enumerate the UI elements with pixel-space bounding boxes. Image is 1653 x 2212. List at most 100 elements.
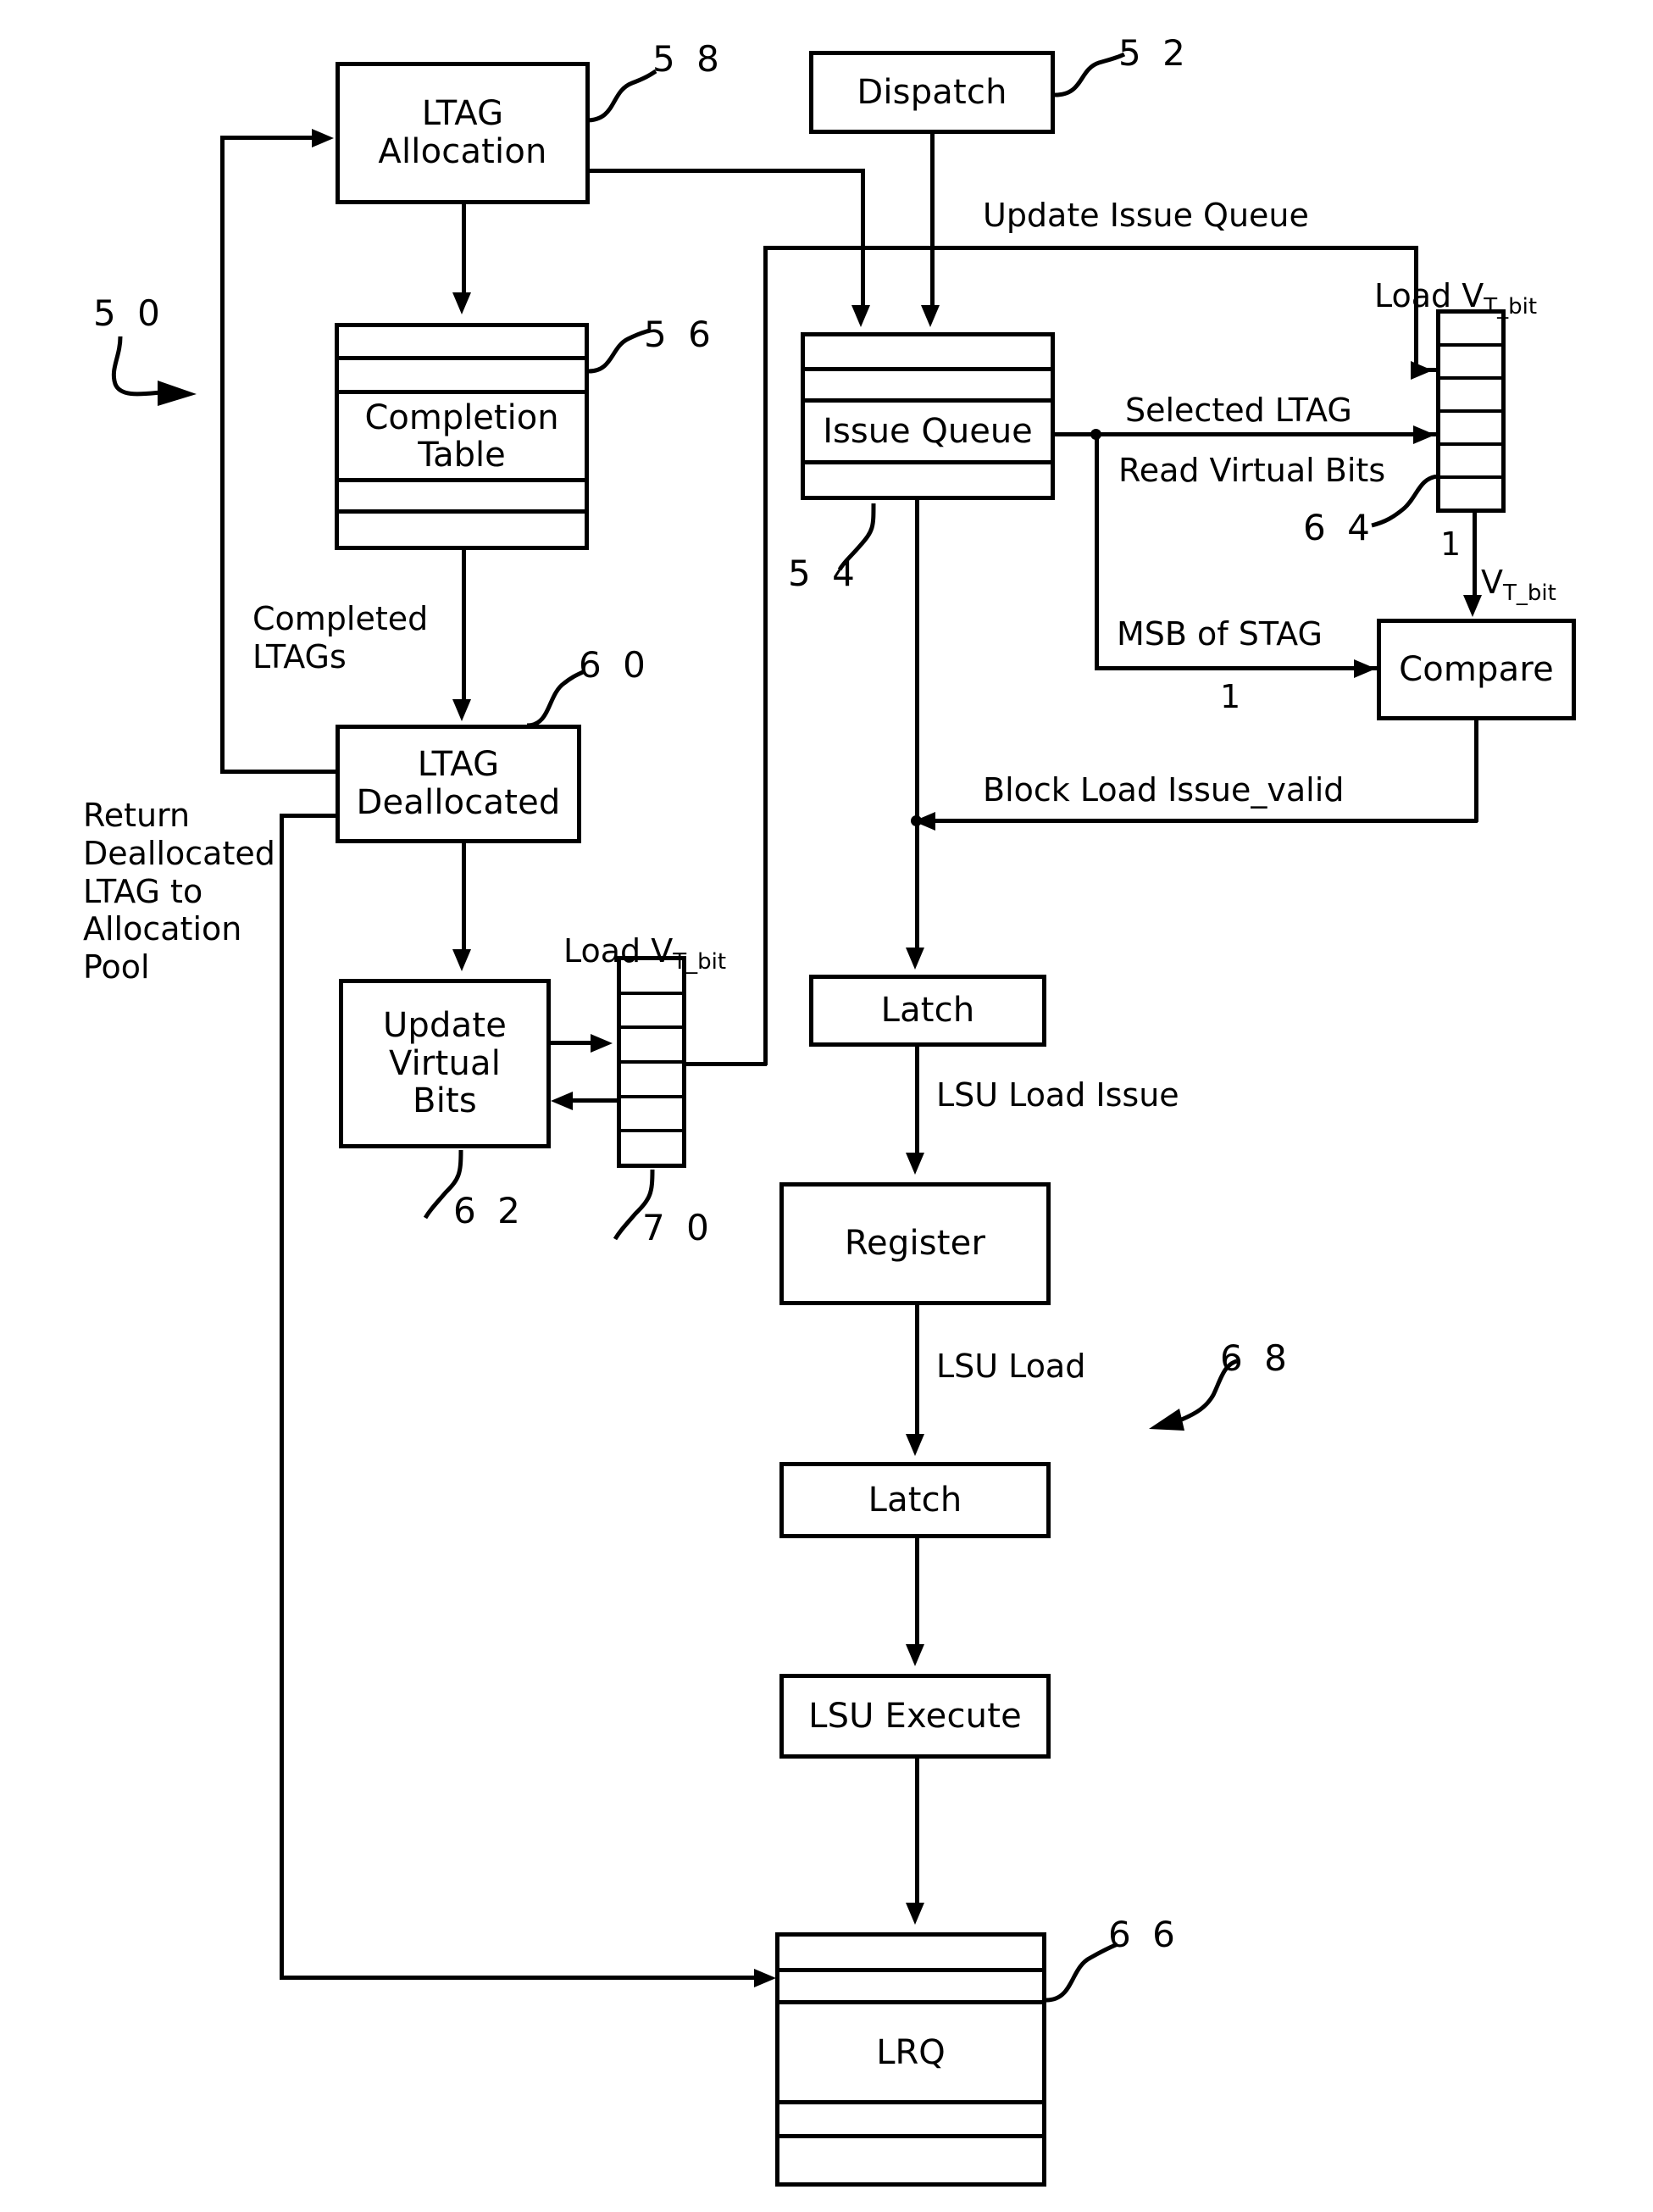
block-issue-queue: Issue Queue [801, 332, 1055, 500]
block-register-label: Register [844, 1224, 986, 1264]
register-cell [1440, 413, 1501, 446]
edge-label-load-vt-bit-mid: Load VT_bit [563, 894, 726, 975]
block-compare: Compare [1377, 619, 1576, 720]
arrowhead-down [906, 1434, 924, 1456]
arrowhead-down [452, 699, 471, 721]
block-lsu-execute-label: LSU Execute [808, 1696, 1022, 1736]
edge-label-lsu-load-issue: LSU Load Issue [936, 1076, 1179, 1114]
wire-dealloc-to-lrq-right [280, 1976, 758, 1980]
ref-70: 7 0 [642, 1207, 714, 1248]
edge-label-selected-ltag: Selected LTAG [1125, 392, 1352, 429]
wire-dealloc-to-update-virtual-bits [462, 843, 466, 952]
edge-label-return-pool: Return Deallocated LTAG to Allocation Po… [83, 797, 275, 987]
wire-reg64-to-compare [1473, 513, 1477, 597]
vt-bit-signal-sub: T_bit [1503, 580, 1556, 606]
arrowhead-down [452, 292, 471, 314]
arrowhead-down [906, 1153, 924, 1175]
ref-56: 5 6 [644, 314, 716, 355]
wire-latch2-to-lsu-execute [915, 1538, 919, 1647]
wire-reg70-to-uvb-read [573, 1098, 617, 1103]
register-cell [621, 1132, 682, 1164]
wire-lsu-execute-to-lrq [915, 1759, 919, 1904]
wire-issue-queue-to-latch1 [915, 500, 919, 951]
register-cell [1440, 347, 1501, 380]
lrq-row [779, 1972, 1042, 2004]
wire-ltag-alloc-to-completion-table [462, 204, 466, 294]
wire-dispatch-to-issue-queue [930, 134, 935, 308]
edge-label-msb-width: 1 [1220, 678, 1241, 715]
completion-table-row [339, 482, 585, 514]
block-dispatch: Dispatch [809, 51, 1055, 134]
load-vt-bit-mid-text: Load V [563, 931, 674, 970]
arrowhead-down [906, 1644, 924, 1666]
wire-issue-queue-msb-down [1095, 432, 1099, 670]
ref-60: 6 0 [579, 644, 651, 686]
edge-label-update-issue-queue: Update Issue Queue [983, 197, 1309, 234]
wire-dealloc-to-lrq-down [280, 814, 284, 1979]
register-cell [621, 1029, 682, 1064]
wire-msb-of-stag-to-compare [1095, 666, 1377, 670]
load-vt-bit-top-text: Load V [1374, 276, 1484, 314]
arrowhead-down [921, 305, 940, 327]
wire-register-to-latch2 [915, 1305, 919, 1437]
block-completion-table-label: Completion Table [364, 397, 559, 475]
edge-label-vt-bit-width: 1 [1440, 525, 1462, 563]
register-cell [1440, 479, 1501, 509]
leader-line-50 [111, 336, 197, 406]
wire-issue-queue-to-reg64 [1055, 432, 1438, 436]
edge-label-vt-bit-signal: VT_bit [1481, 525, 1556, 606]
wire-completion-table-to-deallocated [462, 550, 466, 701]
arrowhead-down [906, 948, 924, 970]
wire-uvb-to-reg70-write [551, 1041, 595, 1045]
block-latch-1: Latch [809, 975, 1046, 1047]
completion-table-row [339, 360, 585, 395]
completion-table-row [339, 327, 585, 360]
arrowhead-down [1463, 595, 1482, 617]
lrq-row [779, 1937, 1042, 1972]
block-completion-table: Completion Table [335, 323, 589, 550]
edge-label-load-vt-bit-top: Load VT_bit [1374, 239, 1537, 320]
ref-66: 6 6 [1108, 1914, 1180, 1955]
wire-ltag-alloc-down [861, 169, 865, 308]
wire-ltag-alloc-right [590, 169, 864, 173]
ref-54: 5 4 [788, 553, 860, 594]
vt-bit-signal-text: V [1481, 563, 1503, 601]
arrowhead-down [452, 949, 471, 971]
block-lrq-label: LRQ [876, 2032, 946, 2072]
edge-label-msb-of-stag: MSB of STAG [1117, 615, 1323, 653]
lrq-row [779, 2104, 1042, 2138]
block-dispatch-label: Dispatch [857, 72, 1007, 112]
edge-label-block-load-issue-valid: Block Load Issue_valid [983, 771, 1345, 809]
register-cell [1440, 446, 1501, 479]
wire-dealloc-feedback-up [220, 136, 225, 773]
arrowhead-left [551, 1092, 573, 1110]
edge-label-lsu-load: LSU Load [936, 1348, 1086, 1385]
ref-62: 6 2 [453, 1190, 525, 1231]
wire-dealloc-feedback-left [220, 770, 339, 774]
completion-table-row [339, 514, 585, 546]
ref-50: 5 0 [93, 292, 165, 334]
block-update-virtual-bits: Update Virtual Bits [339, 979, 551, 1148]
arrowhead-down [906, 1903, 924, 1925]
block-register: Register [779, 1182, 1051, 1305]
block-lrq: LRQ [775, 1932, 1046, 2187]
edge-label-completed-ltags: Completed LTAGs [252, 600, 429, 675]
issue-queue-row [805, 464, 1051, 496]
block-ltag-deallocated: LTAG Deallocated [336, 725, 581, 843]
load-vt-bit-mid-sub: T_bit [673, 948, 727, 975]
lrq-row [779, 2138, 1042, 2181]
arrowhead-right [754, 1969, 776, 1987]
issue-queue-row [805, 336, 1051, 371]
ref-68: 6 8 [1220, 1337, 1292, 1379]
arrowhead-right [312, 129, 334, 147]
arrowhead-down [851, 305, 870, 327]
block-compare-label: Compare [1399, 649, 1554, 689]
register-cell [621, 1064, 682, 1098]
lrq-row-label: LRQ [779, 2004, 1042, 2104]
register-file-virtual-bits-70 [617, 956, 686, 1168]
register-cell [621, 995, 682, 1030]
load-vt-bit-top-sub: T_bit [1484, 293, 1538, 320]
block-update-virtual-bits-label: Update Virtual Bits [382, 1005, 508, 1121]
arrowhead-right [591, 1034, 613, 1053]
block-ltag-allocation-label: LTAG Allocation [378, 94, 547, 171]
